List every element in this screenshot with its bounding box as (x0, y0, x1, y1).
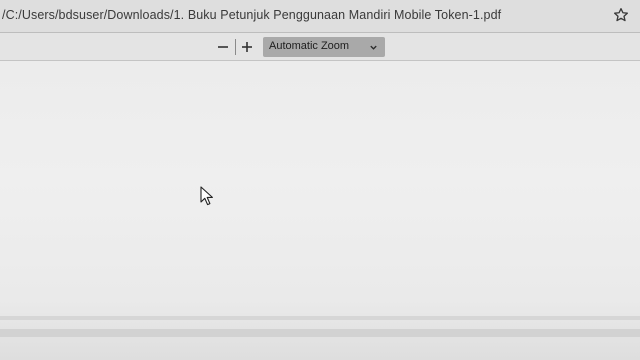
zoom-separator (235, 39, 236, 55)
star-icon[interactable] (610, 4, 632, 26)
pdf-toolbar: Automatic Zoom (0, 33, 640, 61)
minus-icon (218, 46, 228, 48)
page-edge-shadow (0, 316, 640, 320)
zoom-in-button[interactable] (237, 36, 257, 58)
url-text[interactable]: /C:/Users/bdsuser/Downloads/1. Buku Petu… (2, 8, 501, 22)
page-separator (0, 329, 640, 337)
chevron-down-icon (367, 41, 379, 53)
zoom-select-value: Automatic Zoom (269, 40, 350, 52)
pdf-viewer-area[interactable] (0, 61, 640, 360)
mouse-pointer-icon (200, 186, 213, 206)
screen: /C:/Users/bdsuser/Downloads/1. Buku Petu… (0, 0, 640, 360)
plus-icon (242, 42, 252, 52)
zoom-select[interactable]: Automatic Zoom (263, 37, 385, 57)
address-bar[interactable]: /C:/Users/bdsuser/Downloads/1. Buku Petu… (0, 0, 640, 33)
zoom-out-button[interactable] (213, 36, 233, 58)
